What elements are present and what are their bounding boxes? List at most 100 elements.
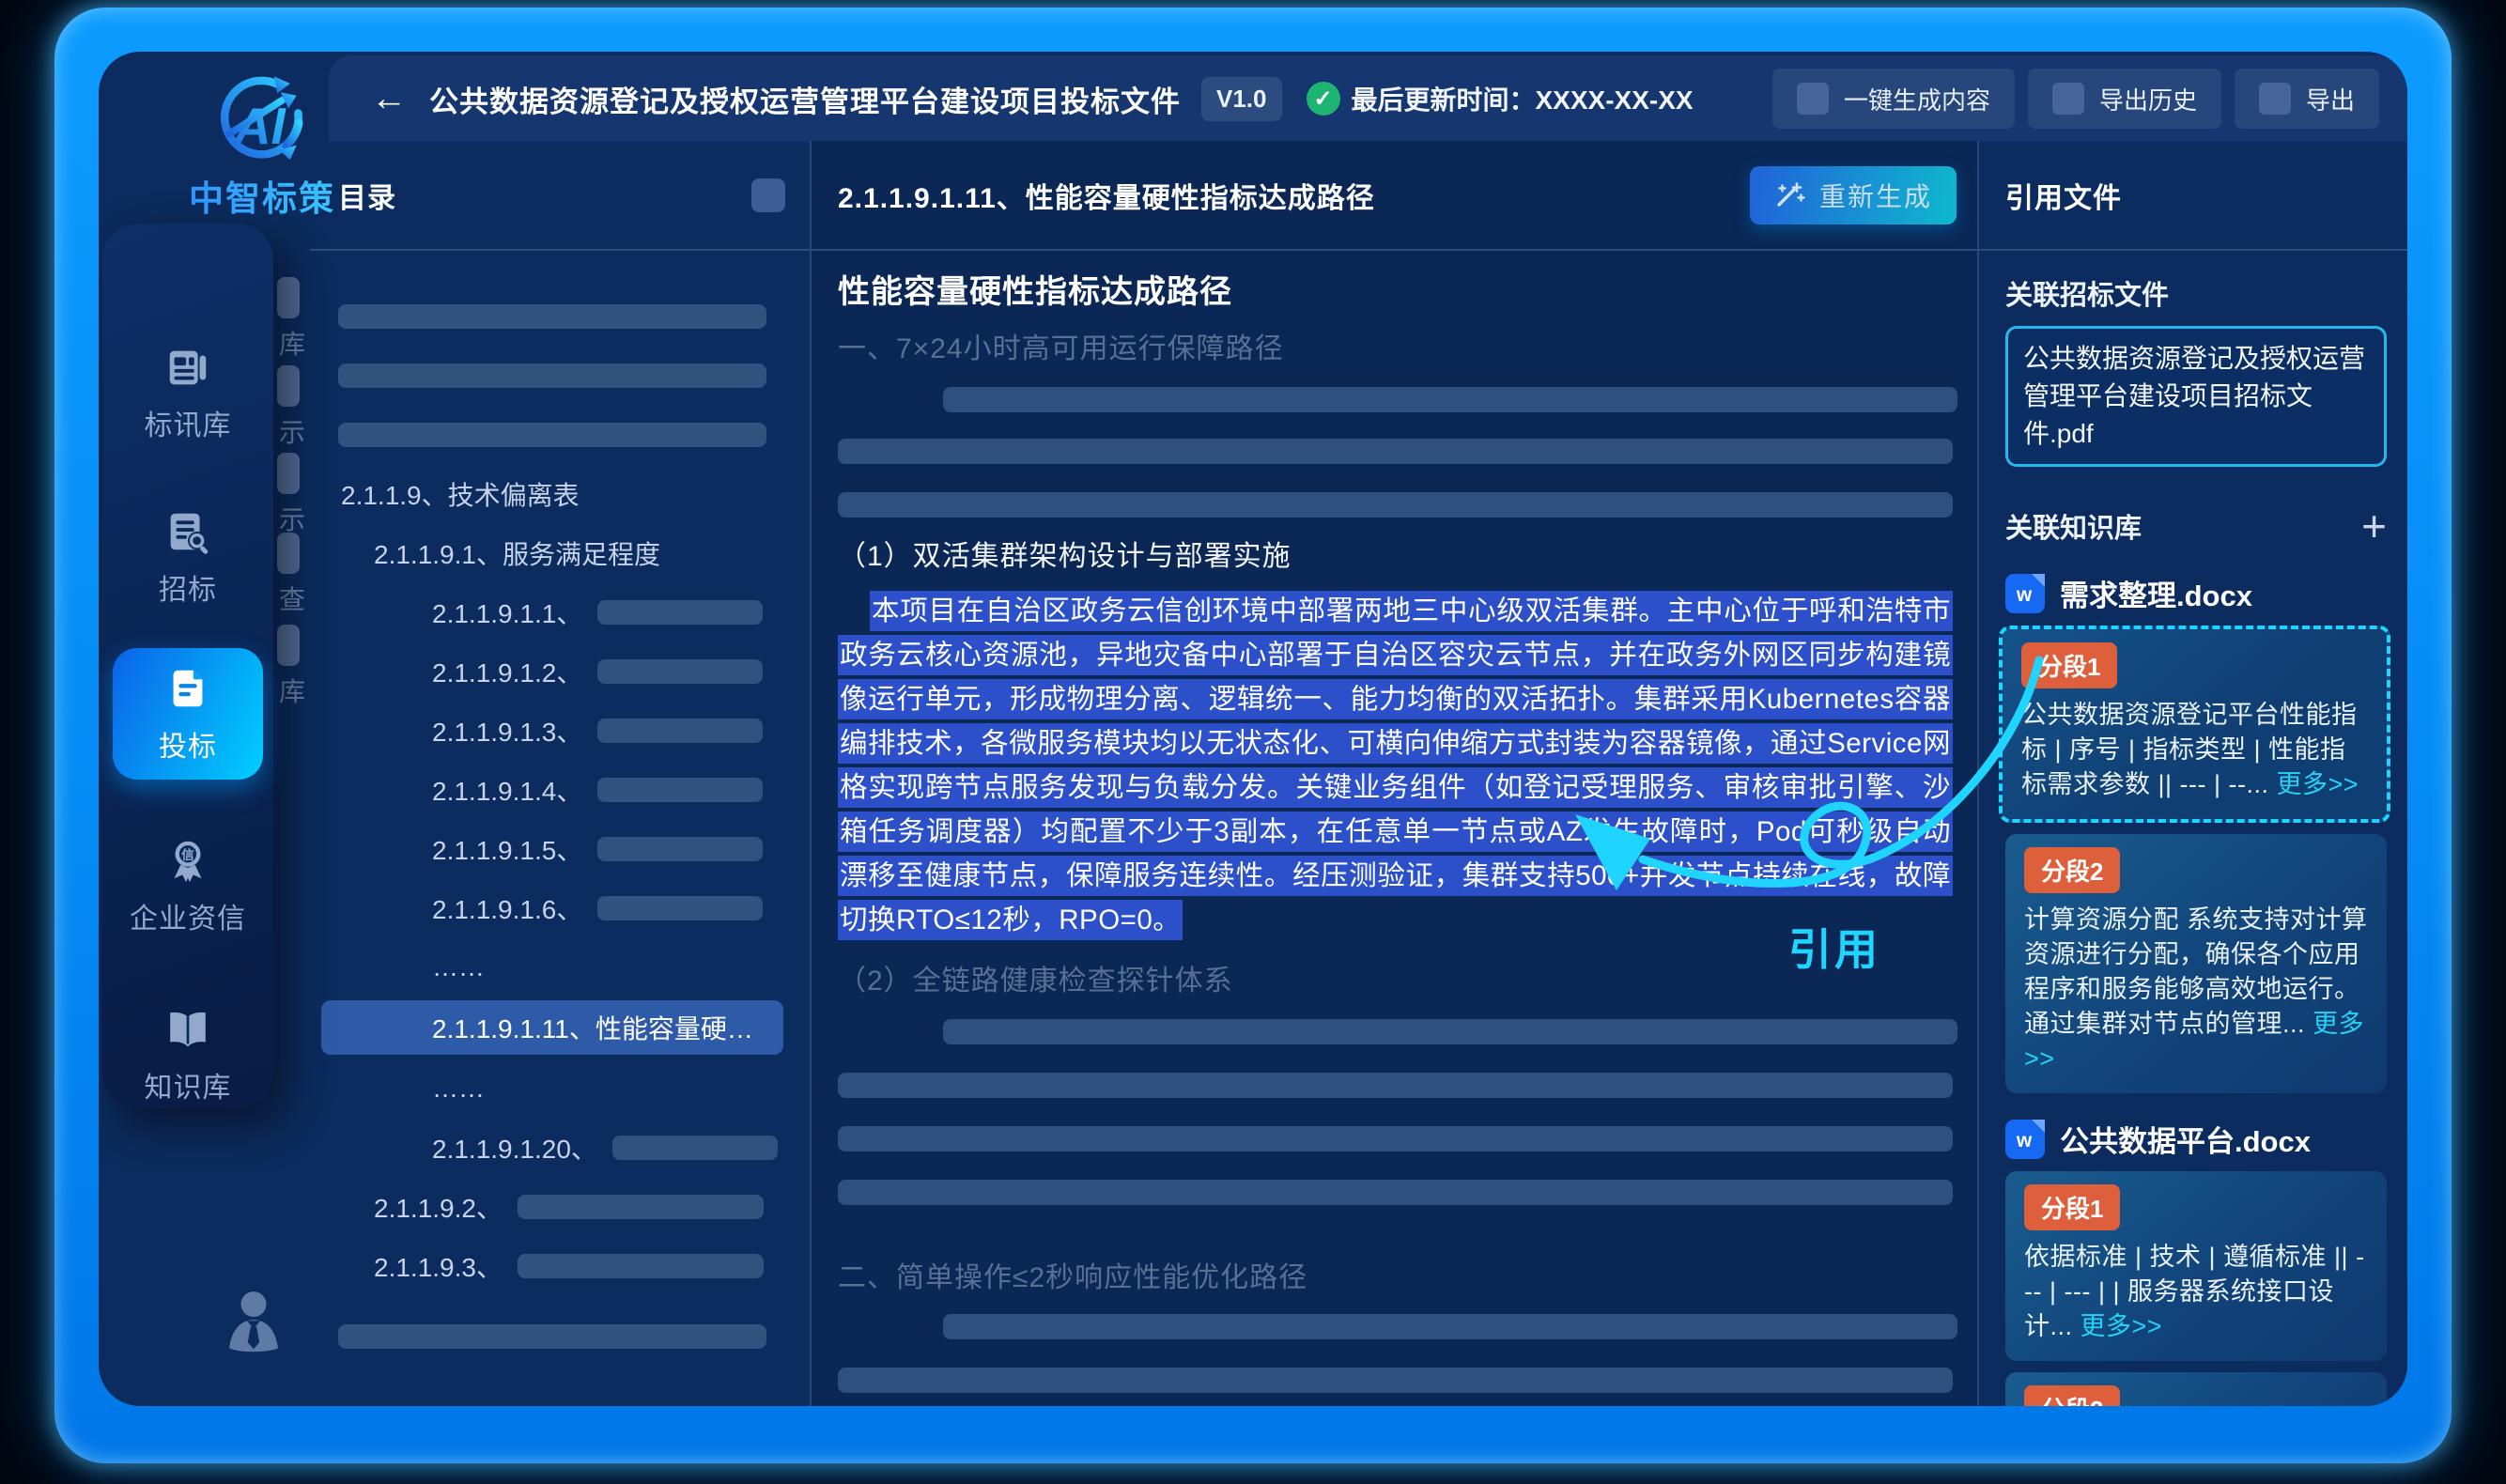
toc-item[interactable]: 2.1.1.9.2、 — [310, 1177, 791, 1236]
toc-item-label: 2.1.1.9.1.6、 — [432, 889, 582, 927]
button-label: 导出 — [2306, 82, 2355, 116]
button-label: 一键生成内容 — [1844, 82, 1990, 116]
document-title: 公共数据资源登记及授权运营管理平台建设项目投标文件 — [429, 78, 1181, 120]
toc-panel: 目录 2.1.1.9、技术偏离表2.1.1.9.1、服务满足程度2.1.1.9.… — [310, 141, 810, 1406]
doc-name: 公共数据平台.docx — [2060, 1118, 2311, 1160]
text-skeleton — [338, 304, 766, 329]
text-skeleton — [943, 387, 1957, 412]
export-button[interactable]: 导出 — [2235, 69, 2379, 129]
panels: 目录 2.1.1.9、技术偏离表2.1.1.9.1、服务满足程度2.1.1.9.… — [99, 141, 2407, 1406]
toc-item[interactable]: 2.1.1.9.1.2、 — [310, 642, 791, 701]
segment-tag: 分段1 — [2024, 1184, 2120, 1230]
toc-skeleton-row — [310, 346, 791, 405]
export-icon — [2259, 83, 2291, 115]
text-skeleton — [597, 778, 763, 802]
segment-card[interactable]: 分段2计算资源分配 系统支持对计算资源进行分配，确保各个应用程序和服务能够高效地… — [2005, 834, 2387, 1093]
toc-item-selected[interactable]: 2.1.1.9.1.11、性能容量硬… — [310, 997, 791, 1059]
toc-item-label: 2.1.1.9.1.11、性能容量硬… — [432, 1009, 753, 1046]
toc-skeleton-row — [310, 286, 791, 346]
more-link[interactable]: 更多>> — [2024, 1010, 2364, 1073]
version-badge: V1.0 — [1201, 77, 1282, 121]
tender-files-section-title: 关联招标文件 — [2005, 273, 2169, 313]
text-skeleton — [838, 1368, 1953, 1393]
toc-item[interactable]: 2.1.1.9.1.5、 — [310, 819, 791, 878]
export-history-icon — [2052, 83, 2084, 115]
toc-item-label: 2.1.1.9.1.4、 — [432, 771, 582, 809]
highlighted-paragraph[interactable]: 本项目在自治区政务云信创环境中部署两地三中心级双活集群。主中心位于呼和浩特市政务… — [838, 589, 1953, 942]
segment-card[interactable]: 分段2| 指标要求 | 密码技术应用点 | GB/T39786 密码 应用基..… — [2005, 1372, 2387, 1406]
export-history-button[interactable]: 导出历史 — [2028, 69, 2221, 129]
back-icon[interactable]: ← — [371, 81, 407, 116]
toc-item-label: 2.1.1.9、技术偏离表 — [341, 475, 580, 513]
doc-name: 需求整理.docx — [2060, 572, 2252, 614]
sidebar-item-knowledge-base[interactable]: 知识库 — [113, 989, 263, 1121]
document-body: 性能容量硬性指标达成路径 一、7×24小时高可用运行保障路径 （1）双活集群架构… — [812, 251, 1977, 1406]
toc-item[interactable]: 2.1.1.9、技术偏离表 — [310, 464, 791, 523]
segment-tag: 分段1 — [2021, 642, 2117, 688]
tender-file-card[interactable]: 公共数据资源登记及授权运营管理平台建设项目招标文件.pdf — [2005, 326, 2387, 467]
text-skeleton — [597, 719, 763, 743]
toc-item[interactable]: 2.1.1.9.1、服务满足程度 — [310, 523, 791, 582]
toc-item-label: 2.1.1.9.1.20、 — [432, 1129, 597, 1167]
text-skeleton — [597, 837, 763, 861]
segment-tag: 分段2 — [2024, 847, 2120, 893]
toc-item[interactable]: …… — [310, 937, 791, 997]
toc-item-label: 2.1.1.9.3、 — [374, 1247, 503, 1285]
knowledge-docs: w需求整理.docx分段1公共数据资源登记平台性能指标 | 序号 | 指标类型 … — [2005, 572, 2387, 1406]
text-skeleton — [943, 1314, 1957, 1339]
text-skeleton — [838, 1073, 1953, 1098]
toc-item[interactable]: 2.1.1.9.1.20、 — [310, 1118, 791, 1177]
sidebar-item-bid-info-library[interactable]: 标讯库 — [113, 327, 263, 458]
topbar: ← 公共数据资源登记及授权运营管理平台建设项目投标文件 V1.0 ✓ 最后更新时… — [329, 55, 2407, 142]
knowledge-doc-row[interactable]: w 需求整理.docx — [2005, 572, 2387, 614]
doc-edit-icon — [162, 663, 213, 714]
toc-item-label: 2.1.1.9.1.1、 — [432, 594, 582, 631]
tender-file-name: 公共数据资源登记及授权运营管理平台建设项目招标文件.pdf — [2023, 344, 2365, 448]
segment-card-selected[interactable]: 分段1公共数据资源登记平台性能指标 | 序号 | 指标类型 | 性能指标需求参数… — [1999, 626, 2390, 823]
app-window: AI 中智标策 ← 公共数据资源登记及授权运营管理平台建设项目投标文件 V1.0… — [99, 52, 2407, 1406]
toc-item[interactable]: 2.1.1.9.1.3、 — [310, 701, 791, 760]
more-link[interactable]: 更多>> — [2081, 1312, 2163, 1340]
segment-text: 依据标准 | 技术 | 遵循标准 || --- | --- | | 服务器系统接… — [2024, 1240, 2372, 1344]
doc-subheading-1: 一、7×24小时高可用运行保障路径 — [838, 325, 1953, 366]
sidebar: 标讯库招标投标信企业资信知识库 — [102, 224, 273, 1108]
toc-skeleton-row — [310, 1306, 791, 1366]
user-avatar-icon[interactable] — [228, 1290, 279, 1359]
svg-text:信: 信 — [181, 847, 194, 862]
text-skeleton — [518, 1195, 764, 1219]
regenerate-label: 重新生成 — [1819, 177, 1932, 214]
toc-item[interactable]: …… — [310, 1059, 791, 1118]
regenerate-button[interactable]: 重新生成 — [1750, 166, 1957, 224]
sidebar-item-bidding[interactable]: 投标 — [113, 648, 263, 780]
sidebar-item-tendering[interactable]: 招标 — [113, 491, 263, 623]
word-icon: w — [2005, 574, 2045, 613]
generate-all-icon — [1797, 83, 1829, 115]
credit-badge-icon: 信 — [162, 835, 213, 886]
button-label: 导出历史 — [2099, 82, 2197, 116]
knowledge-doc-row[interactable]: w公共数据平台.docx — [2005, 1118, 2387, 1160]
content-panel: 2.1.1.9.1.11、性能容量硬性指标达成路径 重新生成 性能容量硬性指标达… — [810, 141, 1979, 1406]
toc-item[interactable]: 2.1.1.9.1.6、 — [310, 878, 791, 937]
brand-name: 中智标策 — [161, 170, 364, 221]
sidebar-item-enterprise-credit[interactable]: 信企业资信 — [113, 820, 263, 951]
generate-all-button[interactable]: 一键生成内容 — [1772, 69, 2015, 129]
add-knowledge-icon[interactable]: + — [2361, 504, 2387, 548]
toc-item[interactable]: 2.1.1.9.1.1、 — [310, 582, 791, 642]
toc-item[interactable]: 2.1.1.9.3、 — [310, 1236, 791, 1295]
toc-collapse-icon[interactable] — [751, 178, 785, 212]
doc-subsection-1: （1）双活集群架构设计与部署实施 — [838, 533, 1953, 574]
text-skeleton — [838, 1126, 1953, 1152]
section-title: 2.1.1.9.1.11、性能容量硬性指标达成路径 — [838, 175, 1375, 216]
toc-item-label: 2.1.1.9.2、 — [374, 1188, 503, 1226]
toc-item[interactable]: 2.1.1.9.1.4、 — [310, 760, 791, 819]
ai-logo-icon: AI — [202, 72, 322, 170]
text-skeleton — [838, 1180, 1953, 1205]
sidebar-item-label: 知识库 — [145, 1064, 232, 1105]
toc-item-label: 2.1.1.9.1.5、 — [432, 830, 582, 868]
toc-skeleton-row — [310, 405, 791, 464]
references-title: 引用文件 — [2005, 175, 2122, 216]
segment-card[interactable]: 分段1 依据标准 | 技术 | 遵循标准 || --- | --- | | 服务器… — [2005, 1171, 2387, 1361]
more-link[interactable]: 更多>> — [2277, 770, 2359, 798]
text-skeleton — [612, 1136, 778, 1160]
toc-item-label: 2.1.1.9.1.2、 — [432, 653, 582, 690]
